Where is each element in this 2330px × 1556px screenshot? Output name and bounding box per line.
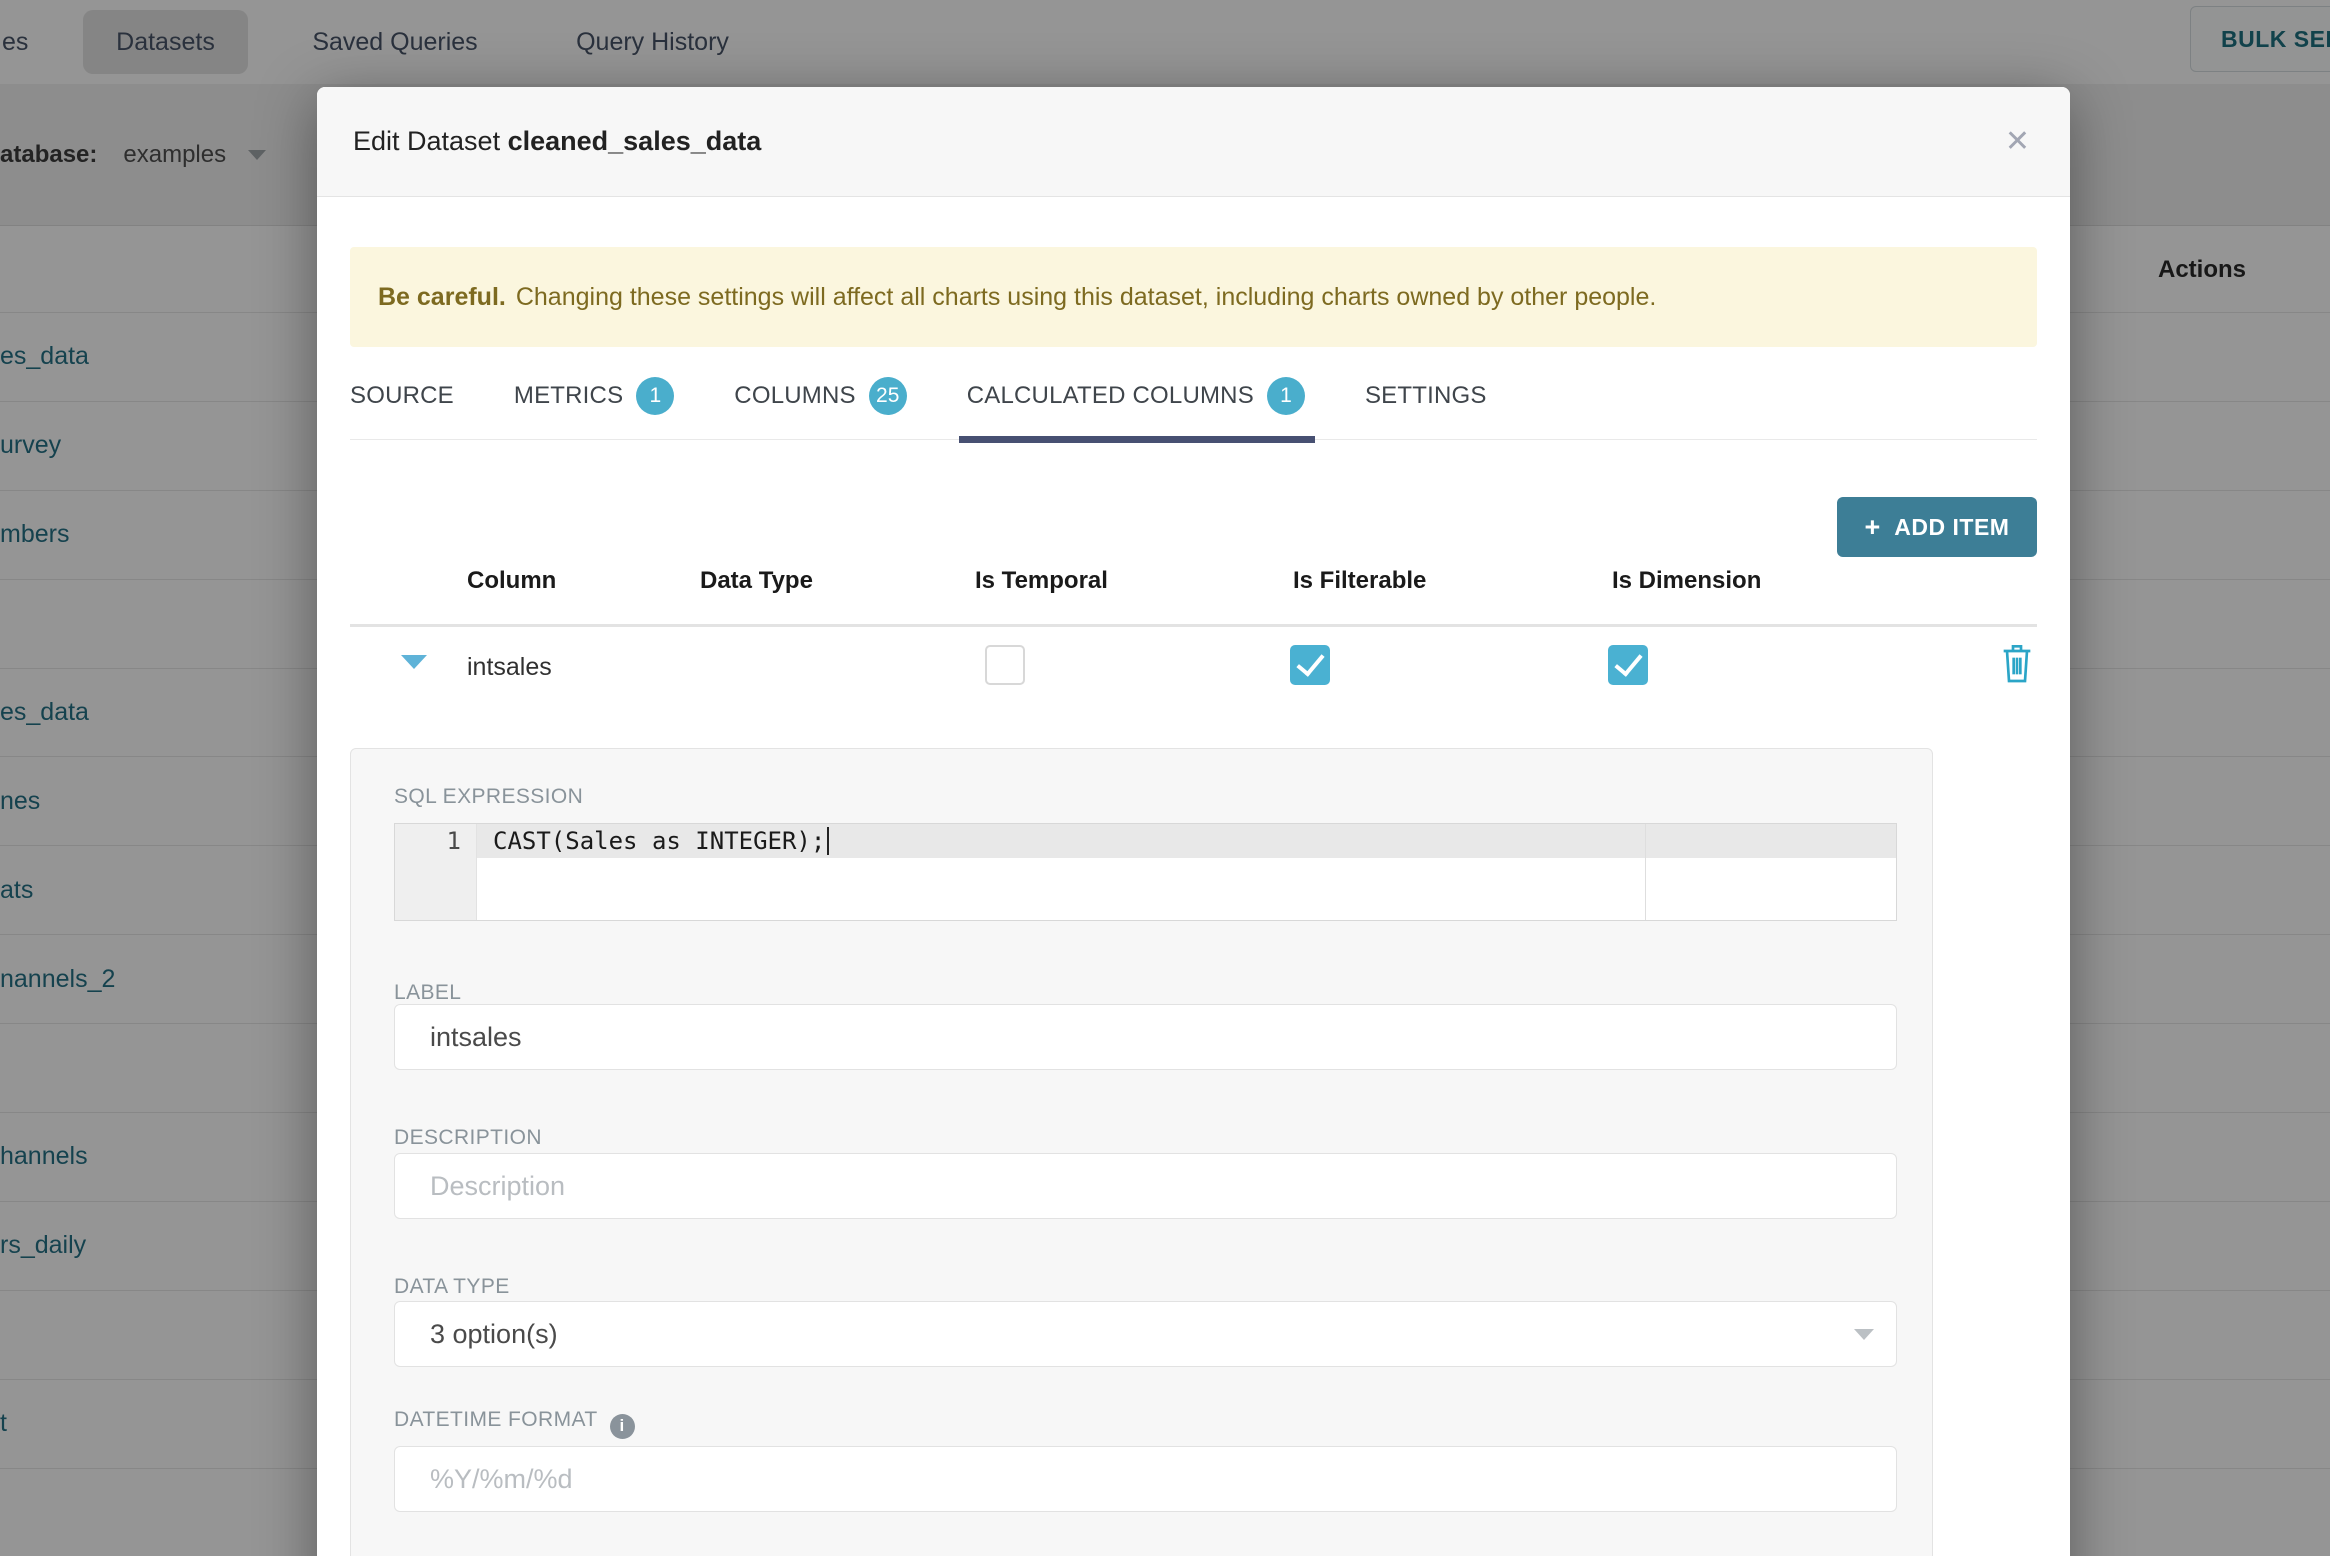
description-field-label: DESCRIPTION: [394, 1126, 542, 1149]
close-icon[interactable]: ✕: [2005, 126, 2030, 157]
is-dimension-checkbox[interactable]: [1608, 645, 1648, 685]
is-temporal-checkbox[interactable]: [985, 645, 1025, 685]
tab-label: METRICS: [513, 382, 624, 409]
add-item-label: ADD ITEM: [1894, 513, 2010, 540]
tab-label: COLUMNS: [734, 382, 856, 409]
modal-body: Be careful. Changing these settings will…: [317, 247, 2070, 443]
modal-header: Edit Dataset cleaned_sales_data ✕: [317, 87, 2070, 197]
sql-code-editor[interactable]: 1 CAST(Sales as INTEGER);: [394, 823, 1897, 921]
warning-bold: Be careful.: [378, 282, 506, 311]
tab-label: SETTINGS: [1364, 382, 1487, 409]
data-type-field-label: DATA TYPE: [394, 1275, 510, 1298]
col-header-column: Column: [467, 567, 557, 594]
expand-caret-icon[interactable]: [401, 655, 427, 669]
tab-label: SOURCE: [350, 382, 454, 409]
label-field-label: LABEL: [394, 981, 462, 1004]
tab-columns[interactable]: COLUMNS 25: [734, 377, 907, 439]
tab-count-badge: 25: [868, 377, 907, 415]
editor-print-margin: [1645, 824, 1646, 920]
page-root: es Datasets Saved Queries Query History …: [0, 0, 2330, 1556]
datetime-format-label-text: DATETIME FORMAT: [394, 1408, 598, 1431]
chevron-down-icon: [1854, 1328, 1874, 1340]
tab-label: CALCULATED COLUMNS: [966, 382, 1254, 409]
modal-title-dataset-name: cleaned_sales_data: [507, 126, 762, 156]
tab-calculated-columns[interactable]: CALCULATED COLUMNS 1: [958, 377, 1316, 443]
info-icon[interactable]: i: [609, 1413, 635, 1439]
delete-trash-icon[interactable]: [2001, 643, 2033, 688]
col-header-data-type: Data Type: [700, 567, 813, 594]
header-divider: [350, 624, 2037, 627]
edit-dataset-modal: Edit Dataset cleaned_sales_data ✕ Be car…: [317, 87, 2070, 1556]
modal-title-prefix: Edit Dataset: [353, 126, 501, 156]
data-type-selected-value: 3 option(s): [430, 1318, 558, 1349]
add-item-button[interactable]: + ADD ITEM: [1837, 497, 2037, 557]
sql-expression-code: CAST(Sales as INTEGER);: [493, 827, 830, 855]
tab-count-badge: 1: [636, 377, 675, 415]
data-type-select[interactable]: 3 option(s): [394, 1301, 1897, 1367]
tab-settings[interactable]: SETTINGS: [1365, 377, 1487, 439]
modal-title: Edit Dataset cleaned_sales_data: [353, 126, 761, 157]
warning-banner: Be careful. Changing these settings will…: [350, 247, 2037, 347]
editor-line-number: 1: [446, 827, 461, 855]
tab-source[interactable]: SOURCE: [350, 377, 454, 439]
sql-expression-label: SQL EXPRESSION: [394, 785, 584, 808]
tab-metrics[interactable]: METRICS 1: [513, 377, 675, 439]
warning-text: Changing these settings will affect all …: [515, 282, 1657, 311]
modal-tabs: SOURCE METRICS 1 COLUMNS 25 CALCULATED C…: [350, 347, 2037, 443]
calculated-column-name: intsales: [467, 653, 552, 681]
col-header-is-dimension: Is Dimension: [1612, 567, 1762, 594]
tab-count-badge: 1: [1266, 377, 1305, 415]
datetime-format-field-label: DATETIME FORMAT i: [394, 1408, 635, 1439]
plus-icon: +: [1864, 511, 1881, 542]
calculated-column-detail-panel: SQL EXPRESSION 1 CAST(Sales as INTEGER);…: [350, 748, 1933, 1556]
description-input[interactable]: [394, 1153, 1897, 1219]
datetime-format-input[interactable]: [394, 1446, 1897, 1512]
is-filterable-checkbox[interactable]: [1290, 645, 1330, 685]
col-header-is-filterable: Is Filterable: [1293, 567, 1427, 594]
label-input[interactable]: [394, 1004, 1897, 1070]
col-header-is-temporal: Is Temporal: [975, 567, 1108, 594]
